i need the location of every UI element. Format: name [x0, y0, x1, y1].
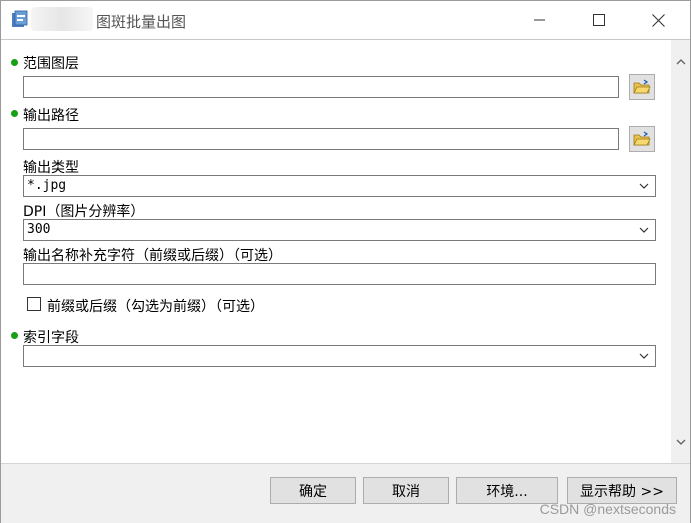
minimize-button[interactable]	[517, 1, 563, 39]
show-help-button[interactable]: 显示帮助 >>	[567, 477, 677, 504]
chevron-down-icon	[676, 439, 685, 445]
output-type-value: *.jpg	[27, 178, 67, 193]
prefix-checkbox-label: 前缀或后缀（勾选为前缀）（可选）	[47, 299, 264, 315]
required-indicator	[11, 332, 18, 339]
index-field-label: 索引字段	[23, 330, 79, 346]
suffix-input[interactable]	[23, 263, 656, 285]
close-icon	[651, 13, 665, 27]
range-layer-browse-button[interactable]	[629, 74, 655, 100]
output-path-browse-button[interactable]	[629, 126, 655, 152]
open-folder-icon	[633, 131, 651, 146]
button-bar: 确定 取消 环境... 显示帮助 >> CSDN @nextseconds	[1, 463, 690, 523]
watermark: CSDN @nextseconds	[539, 501, 676, 517]
environments-button[interactable]: 环境...	[456, 477, 558, 504]
scroll-down-button[interactable]	[671, 433, 690, 451]
output-path-label: 输出路径	[23, 108, 79, 124]
suffix-label: 输出名称补充字符（前缀或后缀）（可选）	[23, 248, 282, 264]
chevron-up-icon	[676, 58, 685, 64]
prefix-checkbox[interactable]	[27, 297, 41, 311]
range-layer-input[interactable]	[23, 76, 619, 98]
dpi-label: DPI（图片分辨率）	[23, 204, 145, 220]
maximize-icon	[593, 14, 605, 26]
output-path-input[interactable]	[23, 128, 619, 150]
ok-button[interactable]: 确定	[270, 477, 356, 504]
title-bar[interactable]: 图斑批量出图	[1, 1, 690, 39]
vertical-scrollbar[interactable]	[671, 40, 690, 463]
range-layer-label: 范围图层	[23, 56, 79, 72]
index-field-select[interactable]	[23, 345, 656, 367]
required-indicator	[11, 110, 18, 117]
chevron-down-icon	[639, 227, 649, 233]
dpi-value: 300	[27, 222, 51, 237]
output-type-label: 输出类型	[23, 160, 79, 176]
minimize-icon	[534, 19, 545, 21]
chevron-down-icon	[639, 353, 649, 359]
cancel-button[interactable]: 取消	[363, 477, 449, 504]
scroll-up-button[interactable]	[671, 52, 690, 70]
required-indicator	[11, 59, 18, 66]
dialog-window: 图斑批量出图 范围图层 输出路径 输出类型 *.jpg DPI（图片分辨率） 3…	[0, 0, 691, 523]
open-folder-icon	[633, 79, 651, 94]
close-button[interactable]	[635, 1, 681, 39]
blurred-title-prefix	[31, 7, 93, 31]
parameters-panel: 范围图层 输出路径 输出类型 *.jpg DPI（图片分辨率） 300 输出名称…	[1, 40, 671, 463]
maximize-button[interactable]	[576, 1, 622, 39]
window-title: 图斑批量出图	[96, 13, 187, 31]
dpi-select[interactable]: 300	[23, 219, 656, 241]
chevron-down-icon	[639, 183, 649, 189]
output-type-select[interactable]: *.jpg	[23, 175, 656, 197]
toolbox-app-icon	[12, 10, 28, 27]
